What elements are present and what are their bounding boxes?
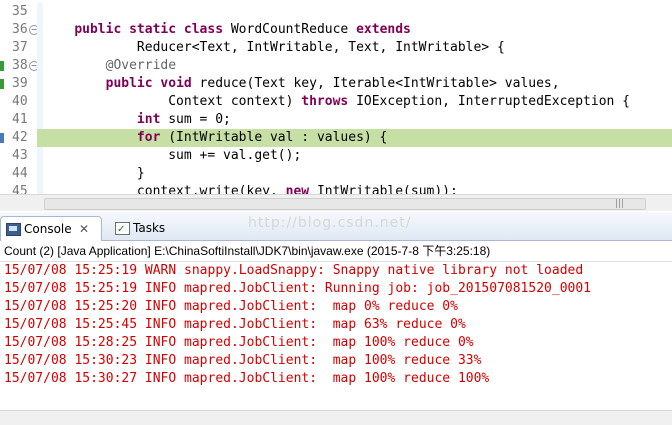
- code-token: Context context): [43, 94, 302, 109]
- scrollbar-grip-icon: |||: [615, 199, 625, 209]
- code-line[interactable]: int sum = 0;: [43, 111, 672, 129]
- line-number: 40: [12, 94, 28, 109]
- code-token: reduce(Text key, Iterable<IntWritable> v…: [199, 76, 560, 91]
- code-line[interactable]: @Override: [43, 57, 672, 75]
- console-line: 15/07/08 15:25:20 INFO mapred.JobClient:…: [4, 299, 458, 314]
- console-line: 15/07/08 15:25:19 INFO mapred.JobClient:…: [4, 281, 591, 296]
- code-text: for (IntWritable val : values) {: [43, 129, 387, 147]
- code-text: sum += val.get();: [43, 147, 301, 165]
- keyword-token: for: [136, 130, 169, 145]
- code-line[interactable]: sum += val.get();: [43, 147, 672, 165]
- keyword-token: public void: [105, 76, 200, 91]
- code-text: @Override: [43, 57, 176, 75]
- keyword-token: extends: [356, 22, 411, 37]
- code-text: int sum = 0;: [43, 111, 231, 129]
- code-editor[interactable]: 35 36 37 38 39 40 41 42 43 44 45 public static cla…: [0, 0, 672, 194]
- code-line[interactable]: Context context) throws IOException, Int…: [43, 93, 672, 111]
- line-number: 37: [12, 40, 28, 55]
- console-line: 15/07/08 15:28:25 INFO mapred.JobClient:…: [4, 335, 474, 350]
- code-line[interactable]: context.write(key, new IntWritable(sum))…: [43, 183, 672, 194]
- code-token: IntWritable(sum));: [316, 184, 458, 194]
- tab-tasks[interactable]: Tasks: [110, 216, 174, 242]
- line-number: 41: [12, 112, 28, 127]
- close-tab-icon[interactable]: ✕: [79, 217, 89, 241]
- code-text: }: [43, 165, 145, 183]
- watermark: http://blog.csdn.net/: [248, 215, 412, 231]
- line-number: 45: [12, 184, 28, 194]
- current-line[interactable]: for (IntWritable val : values) {: [43, 129, 672, 147]
- console-horizontal-scrollbar[interactable]: [0, 410, 672, 425]
- annotation-token: @Override: [105, 58, 177, 73]
- scrollbar-thumb[interactable]: |||: [44, 198, 646, 210]
- code-token: WordCountReduce: [230, 22, 357, 37]
- line-number: 35: [12, 4, 28, 19]
- line-number: 43: [12, 148, 28, 163]
- console-icon: [6, 223, 21, 236]
- console-process-description: Count (2) [Java Application] E:\ChinaSof…: [4, 244, 491, 258]
- tasks-icon: [115, 218, 130, 242]
- console-output[interactable]: 15/07/08 15:25:19 WARN snappy.LoadSnappy…: [0, 262, 672, 412]
- code-token: }: [43, 166, 145, 181]
- code-token: sum = 0;: [168, 112, 231, 127]
- code-line[interactable]: public static class WordCountReduce exte…: [43, 21, 672, 39]
- editor-horizontal-scrollbar[interactable]: |||: [0, 194, 672, 211]
- tab-console-label: Console: [24, 222, 72, 236]
- code-text: public static class WordCountReduce exte…: [43, 21, 411, 39]
- line-number: 44: [12, 166, 28, 181]
- code-line[interactable]: [43, 3, 672, 21]
- code-token: (IntWritable val : values) {: [168, 130, 388, 145]
- code-token: sum += val.get();: [43, 148, 302, 163]
- console-line: 15/07/08 15:30:27 INFO mapred.JobClient:…: [4, 371, 490, 386]
- code-text: context.write(key, new IntWritable(sum))…: [43, 183, 458, 194]
- line-number: 38: [12, 58, 28, 73]
- code-line[interactable]: Reducer<Text, IntWritable, Text, IntWrit…: [43, 39, 672, 57]
- console-line: 15/07/08 15:25:45 INFO mapred.JobClient:…: [4, 317, 466, 332]
- line-number: 36: [12, 22, 28, 37]
- code-token: context.write(key,: [43, 184, 286, 194]
- line-number: 39: [12, 76, 28, 91]
- code-text: public void reduce(Text key, Iterable<In…: [43, 75, 560, 93]
- console-line: 15/07/08 15:30:23 INFO mapred.JobClient:…: [4, 353, 482, 368]
- keyword-token: throws: [301, 94, 357, 109]
- code-line[interactable]: public void reduce(Text key, Iterable<In…: [43, 75, 672, 93]
- tab-tasks-label: Tasks: [133, 221, 166, 235]
- line-number: 42: [12, 130, 28, 145]
- code-line[interactable]: }: [43, 165, 672, 183]
- keyword-token: int: [136, 112, 169, 127]
- keyword-token: public static class: [74, 22, 231, 37]
- tab-console[interactable]: Console ✕: [0, 216, 102, 241]
- code-token: Reducer<Text, IntWritable, Text, IntWrit…: [43, 40, 505, 55]
- console-line: 15/07/08 15:25:19 WARN snappy.LoadSnappy…: [4, 263, 584, 278]
- code-text: Reducer<Text, IntWritable, Text, IntWrit…: [43, 39, 505, 57]
- code-token: IOException, InterruptedException {: [356, 94, 631, 109]
- keyword-token: new: [285, 184, 317, 194]
- console-header: Count (2) [Java Application] E:\ChinaSof…: [0, 241, 672, 262]
- code-text: Context context) throws IOException, Int…: [43, 93, 630, 111]
